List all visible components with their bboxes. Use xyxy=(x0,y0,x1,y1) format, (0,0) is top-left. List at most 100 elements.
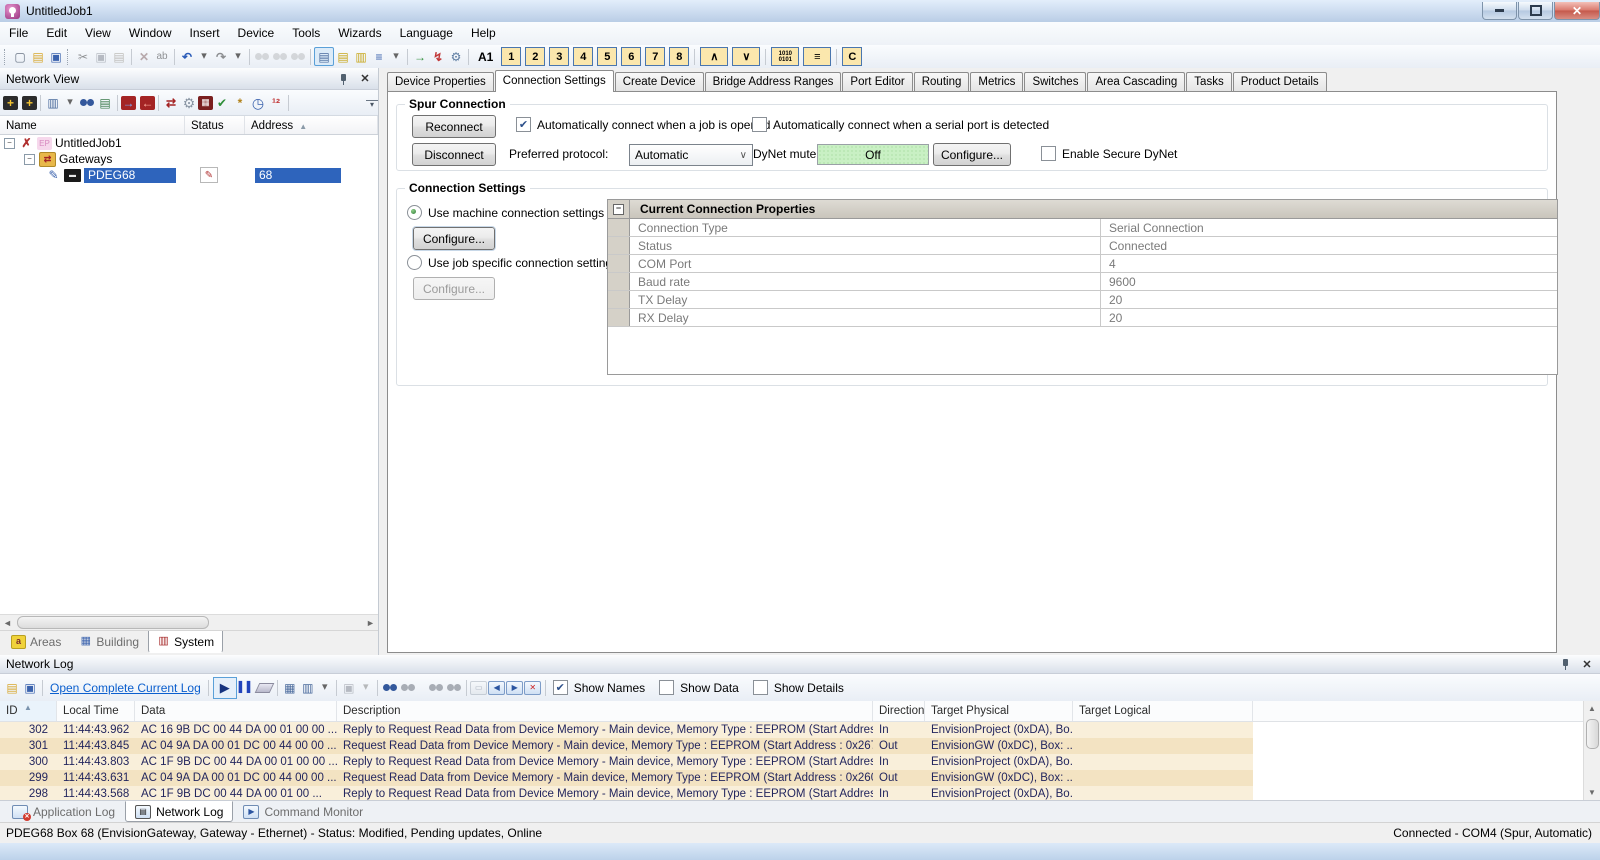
add-device-wizard-button[interactable]: + xyxy=(22,96,37,110)
show-details-checkbox[interactable]: Show Details xyxy=(753,680,844,695)
scroll-down-icon[interactable]: ▼ xyxy=(1584,788,1600,797)
tab-command-monitor[interactable]: ▶ Command Monitor xyxy=(233,801,373,822)
tab-system[interactable]: ▥ System xyxy=(148,631,223,653)
channel-8-button[interactable]: 8 xyxy=(669,47,689,66)
add-device-button[interactable]: + xyxy=(3,96,18,110)
property-row[interactable]: COM Port 4 xyxy=(608,255,1557,273)
open-file-button[interactable]: ▤ xyxy=(29,48,47,65)
menu-window[interactable]: Window xyxy=(120,22,181,45)
log-find-all-button[interactable] xyxy=(445,679,463,696)
column-name[interactable]: Name xyxy=(0,116,185,134)
find-device-button[interactable] xyxy=(78,94,96,111)
column-target-logical[interactable]: Target Logical xyxy=(1073,701,1253,721)
log-vertical-scrollbar[interactable]: ▲ ▼ xyxy=(1583,701,1600,800)
copy-log-dropdown[interactable]: ▾ xyxy=(358,680,374,695)
save-log-button[interactable]: ▣ xyxy=(21,679,39,696)
disconnect-button-spur[interactable]: Disconnect xyxy=(412,143,496,166)
preferred-protocol-select[interactable]: Automatic ∨ xyxy=(629,144,753,166)
undo-button[interactable]: ↶ xyxy=(178,48,196,65)
channel-3-button[interactable]: 3 xyxy=(549,47,569,66)
scroll-left-icon[interactable]: ◄ xyxy=(0,618,15,628)
c-button[interactable]: C xyxy=(842,47,862,66)
close-panel-icon[interactable]: ✕ xyxy=(1580,658,1594,671)
restore-button[interactable] xyxy=(1518,2,1553,20)
report-button[interactable]: ▤ xyxy=(96,94,114,111)
tab-tasks[interactable]: Tasks xyxy=(1186,72,1231,91)
paste-button[interactable]: ▤ xyxy=(110,48,128,65)
device-link-button[interactable]: ⇄ xyxy=(162,94,180,111)
pause-log-button[interactable]: ▌▌ xyxy=(238,679,256,696)
tab-application-log[interactable]: ✕ Application Log xyxy=(2,801,125,822)
dock-right-panel-button[interactable]: ▥ xyxy=(352,48,370,65)
layout-dropdown[interactable]: ▾ xyxy=(388,49,404,64)
message-exclude-filter-button[interactable]: ✕ xyxy=(524,679,542,696)
auto-connect-serial-checkbox[interactable]: Automatically connect when a serial port… xyxy=(752,117,1049,132)
tree-node-job[interactable]: − ✗ EP UntitledJob1 xyxy=(0,135,378,151)
log-row[interactable]: 30211:44:43.962 AC 16 9B DC 00 44 DA 00 … xyxy=(0,722,1584,738)
log-find-prev-button[interactable] xyxy=(427,679,445,696)
device-settings-button[interactable]: ⚙ xyxy=(180,94,198,111)
log-row[interactable]: 30011:44:43.803 AC 1F 9B DC 00 44 DA 00 … xyxy=(0,754,1584,770)
collapse-icon[interactable]: − xyxy=(4,138,15,149)
scrollbar-thumb[interactable] xyxy=(17,616,209,629)
menu-file[interactable]: File xyxy=(0,22,37,45)
sequence-button[interactable]: ¹² xyxy=(267,94,285,111)
log-find-button[interactable] xyxy=(381,679,399,696)
log-row[interactable]: 29911:44:43.631 AC 04 9A DA 00 01 DC 00 … xyxy=(0,770,1584,786)
save-button[interactable]: ▣ xyxy=(47,48,65,65)
resume-log-button[interactable]: ▶ xyxy=(213,677,237,699)
menu-insert[interactable]: Insert xyxy=(181,22,229,45)
tab-connection-settings[interactable]: Connection Settings xyxy=(495,70,614,92)
monitor-window-button[interactable]: ▭ xyxy=(470,679,488,696)
auto-connect-job-checkbox[interactable]: ✔ Automatically connect when a job is op… xyxy=(516,117,770,132)
show-data-checkbox[interactable]: Show Data xyxy=(659,680,739,695)
tab-area-cascading[interactable]: Area Cascading xyxy=(1087,72,1185,91)
scrollbar-thumb[interactable] xyxy=(1586,719,1599,749)
property-row[interactable]: RX Delay 20 xyxy=(608,309,1557,327)
column-id[interactable]: ▲ID xyxy=(0,701,57,721)
column-description[interactable]: Description xyxy=(337,701,873,721)
column-direction[interactable]: Direction xyxy=(873,701,925,721)
tree-node-gateways[interactable]: − ⇄ Gateways xyxy=(0,151,378,167)
cut-button[interactable]: ✂ xyxy=(74,48,92,65)
task-list-button[interactable]: ≡ xyxy=(803,47,831,66)
open-complete-log-link[interactable]: Open Complete Current Log xyxy=(50,681,201,695)
show-names-checkbox[interactable]: ✔ Show Names xyxy=(553,680,645,695)
log-row[interactable]: 30111:44:43.845 AC 04 9A DA 00 01 DC 00 … xyxy=(0,738,1584,754)
preset-up-button[interactable]: ∧ xyxy=(700,47,728,66)
menu-help[interactable]: Help xyxy=(462,22,505,45)
connection-tools-button[interactable]: ⚙ xyxy=(447,48,465,65)
redo-dropdown[interactable]: ▾ xyxy=(230,49,246,64)
pin-icon[interactable] xyxy=(1560,658,1572,670)
close-panel-icon[interactable]: ✕ xyxy=(358,72,372,85)
collapse-icon[interactable]: − xyxy=(24,154,35,165)
save-to-device-button[interactable]: ← xyxy=(140,96,155,110)
pin-icon[interactable] xyxy=(338,73,350,85)
tab-network-log[interactable]: ▤ Network Log xyxy=(125,801,233,822)
rename-button[interactable]: ab xyxy=(153,48,171,65)
column-chooser-button[interactable]: ▥ xyxy=(44,94,62,111)
tab-port-editor[interactable]: Port Editor xyxy=(842,72,912,91)
property-row[interactable]: Connection Type Serial Connection xyxy=(608,219,1557,237)
channel-7-button[interactable]: 7 xyxy=(645,47,665,66)
schedule-button[interactable]: ◷ xyxy=(249,94,267,111)
reconnect-button[interactable]: Reconnect xyxy=(412,115,496,138)
layout-rows-button[interactable]: ≡ xyxy=(370,48,388,65)
message-out-filter-button[interactable]: ▶ xyxy=(506,679,524,696)
properties-window-button[interactable]: ▤ xyxy=(314,47,334,66)
tree-node-device[interactable]: ✎ ▬ PDEG68 ✎ 68 xyxy=(0,167,378,183)
collapse-group-icon[interactable]: − xyxy=(613,204,624,215)
copy-log-button[interactable]: ▣ xyxy=(340,679,358,696)
toolbar-overflow-button[interactable]: ▾ xyxy=(366,100,378,108)
dynet-mute-configure-button[interactable]: Configure... xyxy=(933,143,1011,166)
message-in-filter-button[interactable]: ◀ xyxy=(488,679,506,696)
property-row[interactable]: TX Delay 20 xyxy=(608,291,1557,309)
open-log-button[interactable]: ▤ xyxy=(3,679,21,696)
tab-metrics[interactable]: Metrics xyxy=(970,72,1023,91)
job-settings-radio[interactable]: Use job specific connection settings xyxy=(407,255,618,270)
new-file-button[interactable]: ▢ xyxy=(11,48,29,65)
clear-log-button[interactable] xyxy=(256,679,274,696)
grid-edit-button[interactable]: ▦ xyxy=(198,96,213,110)
channel-4-button[interactable]: 4 xyxy=(573,47,593,66)
column-local-time[interactable]: Local Time xyxy=(57,701,135,721)
